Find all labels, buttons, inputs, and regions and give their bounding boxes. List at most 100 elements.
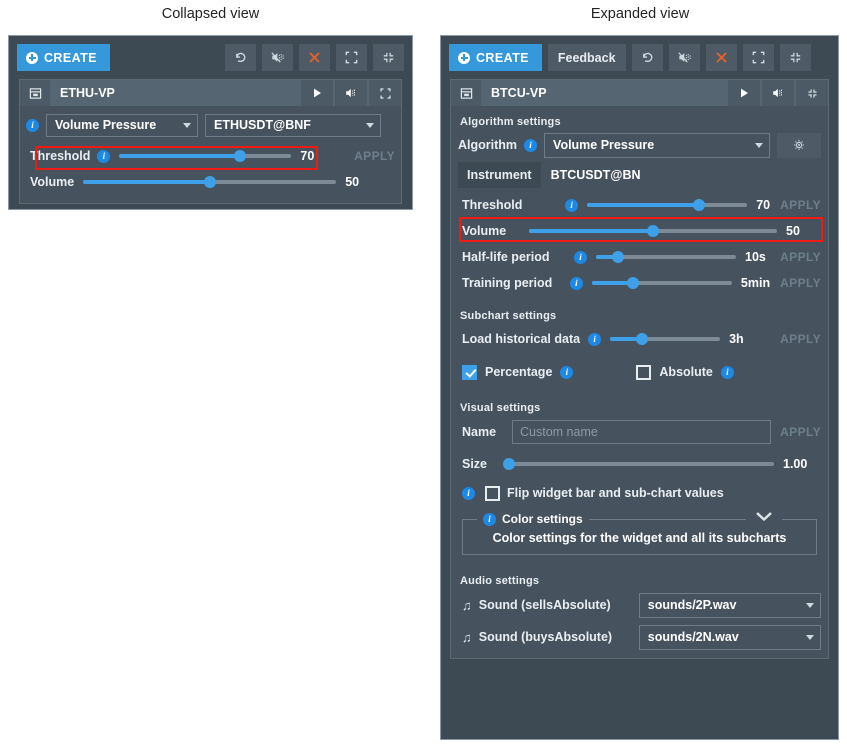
slider-thumb[interactable] xyxy=(612,251,625,263)
color-settings-info-icon[interactable] xyxy=(483,512,496,527)
half-life-period-label: Half-life period xyxy=(462,250,550,264)
slider-thumb[interactable] xyxy=(647,225,659,237)
algorithm-options-button[interactable] xyxy=(777,132,821,158)
algorithm-row: Volume Pressure ETHUSDT@BNF xyxy=(26,112,395,138)
close-button[interactable] xyxy=(705,44,737,71)
undo-button[interactable] xyxy=(631,44,663,71)
volume-slider[interactable] xyxy=(83,174,337,190)
threshold-apply-button[interactable]: APPLY xyxy=(770,198,821,212)
name-apply-button[interactable]: APPLY xyxy=(771,425,821,439)
undo-icon xyxy=(642,52,652,62)
expanded-toolbar: CREATE Feedback xyxy=(441,36,838,71)
audio-settings-title: Audio settings xyxy=(460,575,540,587)
training-period-info-icon[interactable] xyxy=(569,276,583,291)
percentage-info-icon[interactable] xyxy=(560,365,574,380)
expand-all-button[interactable] xyxy=(336,44,367,71)
widget-menu-button[interactable] xyxy=(20,80,50,106)
expanded-view-panel: CREATE Feedback BTCU-VP Algorithm settin… xyxy=(440,35,839,740)
mute-all-button[interactable] xyxy=(668,44,700,71)
plus-circle-icon xyxy=(458,51,470,64)
chevron-down-icon xyxy=(183,122,191,128)
widget-card-expanded: BTCU-VP Algorithm settings Algorithm i V… xyxy=(450,79,829,659)
slider-thumb[interactable] xyxy=(693,199,706,211)
threshold-label: Threshold xyxy=(30,149,91,163)
threshold-apply-button[interactable]: APPLY xyxy=(344,149,395,163)
absolute-checkbox[interactable] xyxy=(636,364,652,380)
slider-thumb[interactable] xyxy=(635,333,648,345)
chevron-down-icon xyxy=(756,512,772,522)
widget-body: Volume Pressure ETHUSDT@BNF Threshold xyxy=(20,106,401,203)
color-settings-description: Color settings for the widget and all it… xyxy=(492,531,787,545)
expand-all-button[interactable] xyxy=(742,44,774,71)
algorithm-select[interactable]: Volume Pressure xyxy=(544,132,770,158)
collapse-all-button[interactable] xyxy=(373,44,404,71)
collapsed-view-panel: CREATE ETHU-VP i Volume Pressure ETHUSDT… xyxy=(8,35,413,210)
undo-icon xyxy=(236,52,246,62)
chevron-down-icon xyxy=(366,122,374,128)
widget-header: ETHU-VP xyxy=(20,80,401,106)
size-value: 1.00 xyxy=(783,457,808,471)
load-historical-data-slider[interactable] xyxy=(610,331,721,347)
mute-all-button[interactable] xyxy=(262,44,293,71)
threshold-value: 70 xyxy=(756,198,771,212)
mute-button[interactable] xyxy=(762,80,794,106)
slider-thumb[interactable] xyxy=(203,176,216,188)
threshold-value: 70 xyxy=(300,149,315,163)
threshold-info-icon[interactable] xyxy=(565,198,579,213)
algorithm-label: Algorithm xyxy=(458,138,518,152)
mute-button[interactable] xyxy=(335,80,367,106)
threshold-slider[interactable] xyxy=(119,148,292,164)
collapse-widget-button[interactable] xyxy=(796,80,828,106)
algorithm-info-icon[interactable] xyxy=(26,118,39,133)
flip-info-icon[interactable] xyxy=(462,486,475,501)
slider-fill xyxy=(529,229,653,233)
create-button[interactable]: CREATE xyxy=(17,44,110,71)
sound-buys-absolute-select[interactable]: sounds/2N.wav xyxy=(638,624,821,650)
feedback-button[interactable]: Feedback xyxy=(547,44,626,71)
slider-thumb[interactable] xyxy=(626,277,639,289)
volume-value: 50 xyxy=(345,175,360,189)
undo-button[interactable] xyxy=(225,44,256,71)
expand-widget-button[interactable] xyxy=(369,80,401,106)
color-settings-toggle-button[interactable] xyxy=(746,509,782,527)
training-period-apply-button[interactable]: APPLY xyxy=(770,276,821,290)
training-period-slider[interactable] xyxy=(591,275,732,291)
slider-fill xyxy=(119,154,240,158)
play-button[interactable] xyxy=(728,80,760,106)
widget-icon xyxy=(29,87,41,99)
half-life-period-info-icon[interactable] xyxy=(574,250,587,265)
size-slider[interactable] xyxy=(503,456,774,472)
load-historical-data-apply-button[interactable]: APPLY xyxy=(770,332,821,346)
play-icon xyxy=(741,88,748,98)
instrument-select[interactable]: ETHUSDT@BNF xyxy=(205,113,381,137)
threshold-slider[interactable] xyxy=(587,197,748,213)
absolute-info-icon[interactable] xyxy=(720,365,734,380)
play-button[interactable] xyxy=(301,80,333,106)
algorithm-select[interactable]: Volume Pressure xyxy=(46,113,198,137)
widget-menu-button[interactable] xyxy=(451,80,481,106)
half-life-period-slider[interactable] xyxy=(596,249,736,265)
name-input[interactable] xyxy=(512,420,772,444)
widget-icon xyxy=(460,87,472,99)
flip-row: Flip widget bar and sub-chart values xyxy=(458,481,821,505)
close-button[interactable] xyxy=(299,44,330,71)
collapse-all-button[interactable] xyxy=(779,44,811,71)
flip-label: Flip widget bar and sub-chart values xyxy=(507,486,724,500)
flip-checkbox[interactable] xyxy=(485,485,500,501)
threshold-info-icon[interactable] xyxy=(97,149,111,164)
algorithm-info-icon[interactable] xyxy=(524,138,538,153)
slider-thumb[interactable] xyxy=(503,458,516,470)
load-historical-data-info-icon[interactable] xyxy=(588,332,602,347)
collapse-all-icon xyxy=(790,52,800,63)
half-life-period-apply-button[interactable]: APPLY xyxy=(770,250,821,264)
volume-row: Volume 50 xyxy=(26,169,395,195)
collapse-all-icon xyxy=(383,52,394,63)
color-settings-legend[interactable]: Color settings xyxy=(477,512,589,527)
volume-slider[interactable] xyxy=(529,223,777,239)
sound-sells-absolute-select[interactable]: sounds/2P.wav xyxy=(638,592,821,618)
instrument-value[interactable]: BTCUSDT@BN xyxy=(540,162,821,188)
sound-sells-absolute-label: Sound (sellsAbsolute) xyxy=(478,598,611,612)
slider-thumb[interactable] xyxy=(233,150,246,162)
percentage-checkbox[interactable] xyxy=(462,364,477,380)
create-button[interactable]: CREATE xyxy=(449,44,542,71)
